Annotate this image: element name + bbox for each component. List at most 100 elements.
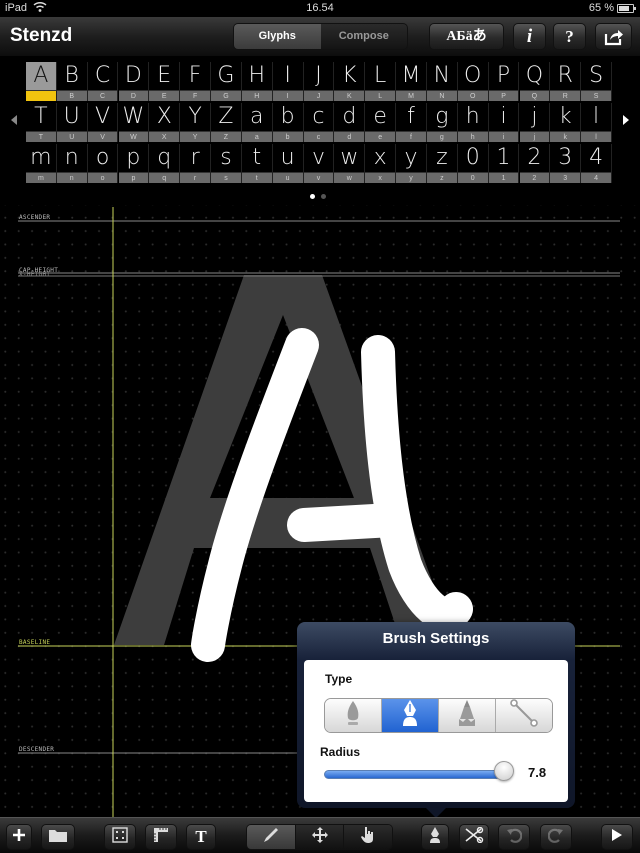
glyph-cell-p[interactable]: pp (118, 144, 150, 183)
glyph-cell-L[interactable]: LL (365, 62, 397, 101)
glyph-cell-C[interactable]: CC (87, 62, 119, 101)
glyph-cell-d[interactable]: dd (334, 103, 366, 142)
glyph-cell-b[interactable]: bb (272, 103, 304, 142)
open-folder-button[interactable] (41, 824, 75, 850)
cut-button[interactable] (459, 824, 489, 850)
glyph-cell-S[interactable]: SS (581, 62, 612, 101)
brush-tool-button[interactable] (247, 825, 296, 849)
pen-tool-button[interactable] (421, 824, 449, 850)
brush-type-pen[interactable] (382, 699, 439, 732)
glyph-cell-e[interactable]: ee (365, 103, 397, 142)
glyph-cell-0[interactable]: 00 (457, 144, 489, 183)
glyph-cell-Y[interactable]: YY (180, 103, 211, 142)
glyph-cell-u[interactable]: uu (272, 144, 304, 183)
help-button[interactable]: ? (553, 23, 586, 50)
add-button[interactable] (6, 824, 32, 850)
folder-icon (49, 828, 67, 847)
glyph-cell-I[interactable]: II (272, 62, 304, 101)
glyph-cell-2[interactable]: 22 (519, 144, 551, 183)
page-indicator[interactable] (310, 194, 326, 199)
glyph-cell-D[interactable]: DD (118, 62, 150, 101)
glyph-row: AABBCCDDEEFFGGHHIIJJKKLLMMNNOOPPQQRRSS (26, 62, 612, 101)
glyph-cell-B[interactable]: BB (56, 62, 88, 101)
glyph-preview: w (334, 144, 365, 172)
glyph-cell-x[interactable]: xx (365, 144, 397, 183)
tab-glyphs[interactable]: Glyphs (234, 24, 321, 49)
glyph-cell-M[interactable]: MM (396, 62, 427, 101)
glyph-cell-E[interactable]: EE (149, 62, 181, 101)
glyph-cell-s[interactable]: ss (211, 144, 242, 183)
glyph-preview: j (519, 103, 550, 131)
glyph-cell-X[interactable]: XX (149, 103, 181, 142)
glyph-preview: N (426, 62, 457, 90)
hand-tool-button[interactable] (344, 825, 392, 849)
glyph-cell-o[interactable]: oo (87, 144, 119, 183)
glyph-label: t (241, 172, 272, 183)
radius-slider-thumb[interactable] (494, 761, 515, 781)
glyph-cell-P[interactable]: PP (488, 62, 520, 101)
info-button[interactable]: i (513, 23, 546, 50)
glyph-preview: H (241, 62, 272, 90)
glyph-cell-T[interactable]: TT (26, 103, 57, 142)
glyph-label: O (457, 90, 488, 101)
glyph-cell-g[interactable]: gg (426, 103, 458, 142)
glyph-cell-h[interactable]: hh (457, 103, 489, 142)
glyph-cell-w[interactable]: ww (334, 144, 366, 183)
brush-type-pencil[interactable] (439, 699, 496, 732)
glyph-cell-U[interactable]: UU (56, 103, 88, 142)
ruler-button[interactable] (145, 824, 177, 850)
language-button[interactable]: АБäあ (429, 23, 504, 50)
glyph-cell-N[interactable]: NN (426, 62, 458, 101)
page-dot-2[interactable] (321, 194, 326, 199)
glyph-cell-l[interactable]: ll (581, 103, 612, 142)
mode-segmented-control: Glyphs Compose (233, 23, 408, 50)
brush-type-flame[interactable] (325, 699, 382, 732)
radius-slider-track[interactable] (324, 770, 512, 779)
text-button[interactable]: T (186, 824, 216, 850)
glyph-cell-W[interactable]: WW (118, 103, 150, 142)
glyph-cell-v[interactable]: vv (303, 144, 335, 183)
glyph-cell-t[interactable]: tt (241, 144, 273, 183)
glyph-cell-f[interactable]: ff (396, 103, 427, 142)
glyph-cell-J[interactable]: JJ (303, 62, 335, 101)
glyph-cell-r[interactable]: rr (180, 144, 211, 183)
frame-button[interactable] (104, 824, 136, 850)
glyph-cell-F[interactable]: FF (180, 62, 211, 101)
next-page-arrow[interactable] (623, 115, 629, 125)
glyph-cell-c[interactable]: cc (303, 103, 335, 142)
glyph-cell-R[interactable]: RR (550, 62, 582, 101)
glyph-cell-n[interactable]: nn (56, 144, 88, 183)
glyph-cell-y[interactable]: yy (396, 144, 427, 183)
glyph-cell-z[interactable]: zz (426, 144, 458, 183)
glyph-preview: k (550, 103, 581, 131)
glyph-cell-A[interactable]: AA (26, 62, 57, 101)
glyph-cell-k[interactable]: kk (550, 103, 582, 142)
glyph-cell-G[interactable]: GG (211, 62, 242, 101)
glyph-cell-K[interactable]: KK (334, 62, 366, 101)
glyph-cell-a[interactable]: aa (241, 103, 273, 142)
glyph-cell-m[interactable]: mm (26, 144, 57, 183)
glyph-cell-H[interactable]: HH (241, 62, 273, 101)
brush-type-line[interactable] (496, 699, 552, 732)
glyph-cell-i[interactable]: ii (488, 103, 520, 142)
glyph-cell-O[interactable]: OO (457, 62, 489, 101)
play-button[interactable] (601, 824, 633, 850)
glyph-label: 2 (519, 172, 550, 183)
glyph-cell-V[interactable]: VV (87, 103, 119, 142)
glyph-cell-4[interactable]: 44 (581, 144, 612, 183)
glyph-preview: o (87, 144, 118, 172)
glyph-cell-Q[interactable]: QQ (519, 62, 551, 101)
share-button[interactable] (595, 23, 632, 50)
glyph-cell-j[interactable]: jj (519, 103, 551, 142)
page-dot-1[interactable] (310, 194, 315, 199)
tab-compose[interactable]: Compose (320, 24, 407, 49)
glyph-cell-q[interactable]: qq (149, 144, 181, 183)
previous-page-arrow[interactable] (11, 115, 17, 125)
undo-button[interactable] (498, 824, 530, 850)
glyph-cell-1[interactable]: 11 (488, 144, 520, 183)
glyph-cell-Z[interactable]: ZZ (211, 103, 242, 142)
redo-button[interactable] (540, 824, 572, 850)
glyph-cell-3[interactable]: 33 (550, 144, 582, 183)
move-tool-button[interactable] (295, 825, 345, 849)
glyph-label: E (149, 90, 180, 101)
